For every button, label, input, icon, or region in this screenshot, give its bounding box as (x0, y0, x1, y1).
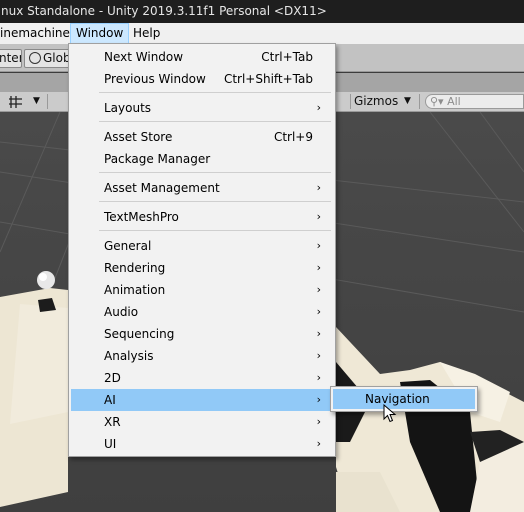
menu-item-label: Next Window (104, 50, 184, 64)
ai-submenu: Navigation (330, 386, 478, 412)
menu-item-label: Sequencing (104, 327, 175, 341)
global-toggle-label: Glob (43, 51, 70, 65)
window-titlebar: nux Standalone - Unity 2019.3.11f1 Perso… (0, 0, 524, 23)
menu-item-shortcut: Ctrl+9 (273, 130, 313, 144)
menu-separator (99, 172, 331, 173)
menu-item-previous-window[interactable]: Previous Window Ctrl+Shift+Tab (71, 68, 333, 90)
submenu-arrow-icon: › (316, 261, 321, 274)
window-menu-dropdown: Next Window Ctrl+Tab Previous Window Ctr… (68, 43, 336, 457)
submenu-arrow-icon: › (316, 239, 321, 252)
search-placeholder: All (447, 95, 461, 108)
menu-item-shortcut: Ctrl+Tab (261, 50, 313, 64)
menu-item-label: 2D (104, 371, 121, 385)
menu-item-label: UI (104, 437, 117, 451)
submenu-arrow-icon: › (316, 437, 321, 450)
globe-icon (29, 52, 41, 64)
menu-item-label: Layouts (104, 101, 152, 115)
grid-dropdown-chevron-icon[interactable]: ▼ (33, 92, 43, 111)
menu-item-label: Package Manager (104, 152, 211, 166)
submenu-arrow-icon: › (316, 415, 321, 428)
scene-search-input[interactable]: ⚲▾ All (425, 94, 524, 109)
menu-item-next-window[interactable]: Next Window Ctrl+Tab (71, 46, 333, 68)
window-title: nux Standalone - Unity 2019.3.11f1 Perso… (1, 4, 327, 18)
toolbar-divider (350, 94, 351, 109)
menu-item-label: AI (104, 393, 116, 407)
menu-item-label: Animation (104, 283, 166, 297)
submenu-arrow-icon: › (316, 101, 321, 114)
gizmos-label: Gizmos (354, 94, 399, 108)
menu-item-label: TextMeshPro (104, 210, 179, 224)
menu-item-general[interactable]: General › (71, 235, 333, 257)
menu-cinemachine-label: inemachine (0, 26, 70, 40)
menu-help[interactable]: Help (128, 23, 165, 44)
menu-item-audio[interactable]: Audio › (71, 301, 333, 323)
menu-item-label: General (104, 239, 152, 253)
toolbar-divider (419, 94, 420, 109)
submenu-arrow-icon: › (316, 349, 321, 362)
menu-help-label: Help (133, 26, 161, 40)
menu-item-label: Previous Window (104, 72, 206, 86)
menu-item-package-manager[interactable]: Package Manager (71, 148, 333, 170)
menu-item-ai[interactable]: AI › (71, 389, 333, 411)
submenu-item-label: Navigation (365, 392, 430, 406)
submenu-arrow-icon: › (316, 305, 321, 318)
submenu-arrow-icon: › (316, 327, 321, 340)
menu-item-shortcut: Ctrl+Shift+Tab (223, 72, 313, 86)
gizmos-dropdown-chevron-icon[interactable]: ▼ (404, 92, 411, 111)
menu-item-asset-store[interactable]: Asset Store Ctrl+9 (71, 126, 333, 148)
menu-item-layouts[interactable]: Layouts › (71, 97, 333, 119)
menu-item-label: Asset Management (104, 181, 220, 195)
menu-item-label: Asset Store (104, 130, 173, 144)
menu-item-animation[interactable]: Animation › (71, 279, 333, 301)
submenu-arrow-icon: › (316, 181, 321, 194)
grid-snap-icon[interactable] (8, 92, 30, 111)
menu-item-label: Rendering (104, 261, 166, 275)
submenu-arrow-icon: › (316, 393, 321, 406)
menu-item-2d[interactable]: 2D › (71, 367, 333, 389)
menu-item-label: XR (104, 415, 121, 429)
menu-separator (99, 230, 331, 231)
submenu-arrow-icon: › (316, 283, 321, 296)
menu-separator (99, 121, 331, 122)
menu-item-label: Analysis (104, 349, 154, 363)
submenu-item-navigation[interactable]: Navigation (333, 389, 475, 409)
toolbar-divider (47, 94, 48, 109)
menu-item-analysis[interactable]: Analysis › (71, 345, 333, 367)
pivot-toggle-button[interactable]: nter (0, 49, 22, 68)
gizmos-button[interactable]: Gizmos (354, 92, 398, 111)
menu-separator (99, 92, 331, 93)
menu-item-ui[interactable]: UI › (71, 433, 333, 455)
menu-item-asset-management[interactable]: Asset Management › (71, 177, 333, 199)
menu-item-label: Audio (104, 305, 139, 319)
pivot-toggle-label: nter (0, 51, 21, 65)
menu-item-rendering[interactable]: Rendering › (71, 257, 333, 279)
menu-item-sequencing[interactable]: Sequencing › (71, 323, 333, 345)
menu-window-label: Window (76, 26, 124, 40)
global-toggle-button[interactable]: Glob (24, 49, 70, 68)
submenu-arrow-icon: › (316, 371, 321, 384)
menu-item-textmeshpro[interactable]: TextMeshPro › (71, 206, 333, 228)
menu-cinemachine[interactable]: inemachine (0, 23, 75, 44)
menu-window[interactable]: Window (70, 23, 130, 44)
search-icon: ⚲▾ (430, 95, 444, 108)
submenu-arrow-icon: › (316, 210, 321, 223)
menu-bar: inemachine Window Help (0, 23, 524, 44)
menu-item-xr[interactable]: XR › (71, 411, 333, 433)
menu-separator (99, 201, 331, 202)
mouse-cursor-icon (383, 404, 397, 423)
